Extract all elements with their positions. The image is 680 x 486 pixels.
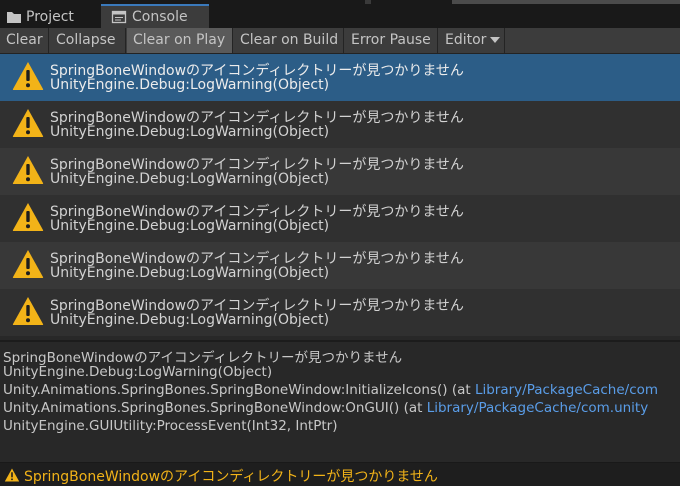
stack-frame: Unity.Animations.SpringBones.SpringBoneW… [3,400,648,416]
warning-icon [12,203,44,231]
console-icon [111,9,127,25]
log-entry[interactable]: SpringBoneWindowのアイコンディレクトリーが見つかりません Uni… [0,242,680,289]
clear-on-build-toggle[interactable]: Clear on Build [234,28,344,53]
log-source: UnityEngine.Debug:LogWarning(Object) [50,124,330,140]
tab-console-label: Console [132,9,188,25]
log-source: UnityEngine.Debug:LogWarning(Object) [50,171,330,187]
log-source: UnityEngine.Debug:LogWarning(Object) [50,218,330,234]
dock-strip [365,0,371,4]
dock-strip [452,0,680,4]
detail-source: UnityEngine.Debug:LogWarning(Object) [3,364,273,380]
tab-project-label: Project [26,8,74,25]
stack-frame-text: Unity.Animations.SpringBones.SpringBoneW… [3,382,475,398]
stack-frame: Unity.Animations.SpringBones.SpringBoneW… [3,382,658,398]
collapse-toggle[interactable]: Collapse [50,28,126,53]
warning-icon [12,62,44,90]
error-pause-toggle[interactable]: Error Pause [345,28,438,53]
tab-project[interactable]: Project [6,5,98,28]
log-entry[interactable]: SpringBoneWindowのアイコンディレクトリーが見つかりません Uni… [0,148,680,195]
folder-icon [6,9,22,25]
stack-frame: UnityEngine.GUIUtility:ProcessEvent(Int3… [3,418,338,434]
warning-icon [12,297,44,325]
console-toolbar: Clear Collapse Clear on Play Clear on Bu… [0,28,680,54]
log-source: UnityEngine.Debug:LogWarning(Object) [50,77,330,93]
log-source: UnityEngine.Debug:LogWarning(Object) [50,312,330,328]
editor-dropdown-label: Editor [445,32,487,48]
window-tab-bar: Project Console [0,0,680,28]
stack-frame-text: Unity.Animations.SpringBones.SpringBoneW… [3,400,427,416]
log-entry[interactable]: SpringBoneWindowのアイコンディレクトリーが見つかりません Uni… [0,195,680,242]
stack-frame-link[interactable]: Library/PackageCache/com.unity [427,400,649,416]
log-entry[interactable]: SpringBoneWindowのアイコンディレクトリーが見つかりません Uni… [0,54,680,101]
tab-console[interactable]: Console [101,4,209,28]
log-list: SpringBoneWindowのアイコンディレクトリーが見つかりません Uni… [0,54,680,340]
stack-trace-panel: SpringBoneWindowのアイコンディレクトリーが見つかりません Uni… [0,342,680,462]
stack-frame-link[interactable]: Library/PackageCache/com [475,382,658,398]
chevron-down-icon [490,37,501,43]
status-message: SpringBoneWindowのアイコンディレクトリーが見つかりません [24,469,438,485]
log-entry[interactable]: SpringBoneWindowのアイコンディレクトリーが見つかりません Uni… [0,101,680,148]
log-source: UnityEngine.Debug:LogWarning(Object) [50,265,330,281]
status-bar[interactable]: SpringBoneWindowのアイコンディレクトリーが見つかりません [0,462,680,486]
warning-icon [12,109,44,137]
clear-button[interactable]: Clear [0,28,49,53]
warning-icon [12,156,44,184]
warning-icon [12,250,44,278]
detail-message: SpringBoneWindowのアイコンディレクトリーが見つかりません [3,350,403,366]
editor-dropdown[interactable]: Editor [439,28,505,53]
warning-icon [4,468,20,482]
log-entry[interactable]: SpringBoneWindowのアイコンディレクトリーが見つかりません Uni… [0,289,680,336]
clear-on-play-toggle[interactable]: Clear on Play [127,28,233,53]
